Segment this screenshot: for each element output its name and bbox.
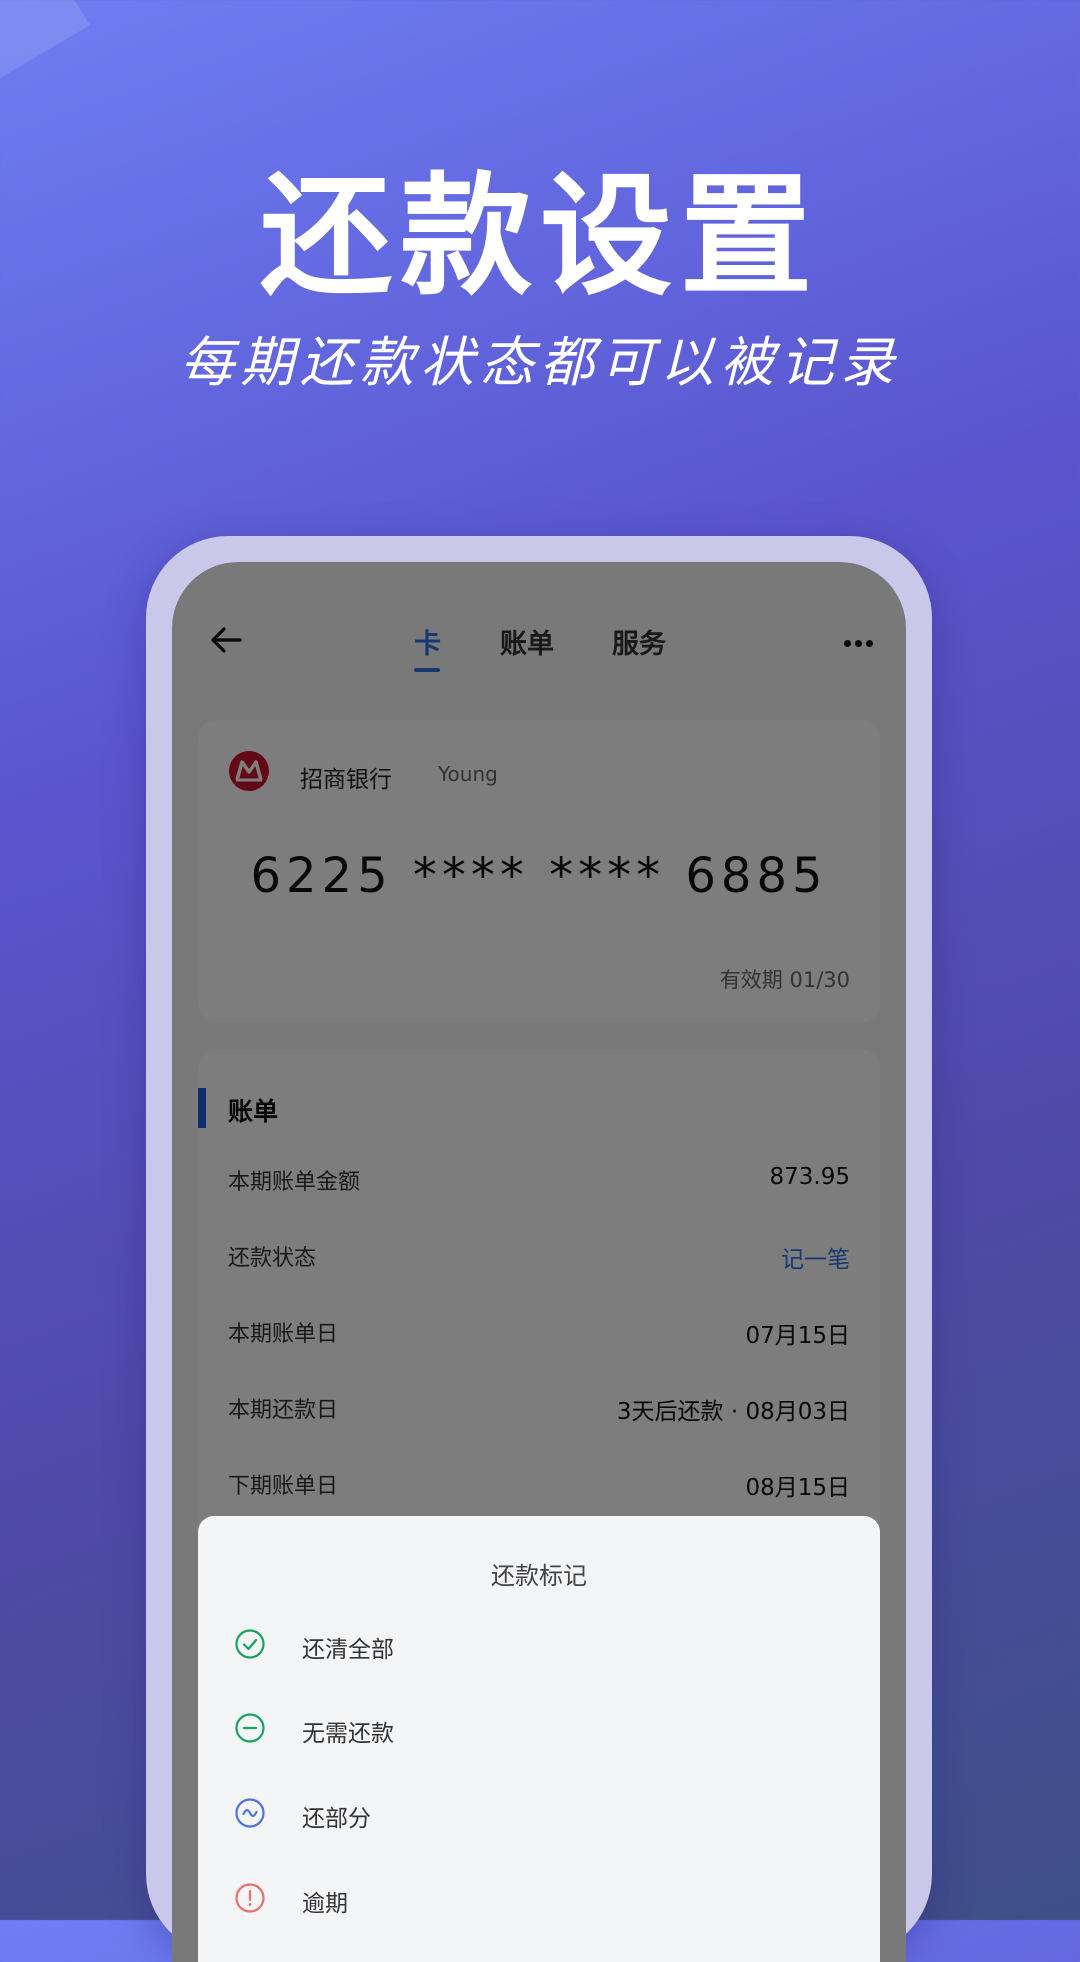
option-paid-in-full[interactable]: 还清全部 bbox=[234, 1620, 844, 1680]
option-label: 无需还款 bbox=[302, 1721, 394, 1747]
hero-title: 还款设置 bbox=[260, 160, 820, 314]
app-page: 卡 账单 服务 招商银行 Young 6225 **** **** 6885 有… bbox=[172, 562, 906, 1962]
hero-subtitle: 每期还款状态都可以被记录 bbox=[180, 331, 900, 394]
sheet-title: 还款标记 bbox=[491, 1562, 587, 1590]
check-circle-icon bbox=[235, 1629, 265, 1659]
option-label: 还清全部 bbox=[302, 1637, 394, 1663]
option-label: 逾期 bbox=[302, 1891, 348, 1917]
option-overdue[interactable]: 逾期 bbox=[234, 1874, 844, 1934]
minus-circle-icon bbox=[235, 1713, 265, 1743]
wave-circle-icon bbox=[235, 1798, 265, 1828]
corner-decoration bbox=[0, 0, 90, 90]
repayment-mark-sheet: 还款标记 还清全部 无需还款 还部分 逾期 bbox=[198, 1516, 880, 1962]
option-label: 还部分 bbox=[302, 1806, 371, 1832]
phone-screen: 卡 账单 服务 招商银行 Young 6225 **** **** 6885 有… bbox=[172, 562, 906, 1962]
option-partial[interactable]: 还部分 bbox=[234, 1789, 844, 1849]
option-no-payment[interactable]: 无需还款 bbox=[234, 1704, 844, 1764]
alert-circle-icon bbox=[235, 1883, 265, 1913]
